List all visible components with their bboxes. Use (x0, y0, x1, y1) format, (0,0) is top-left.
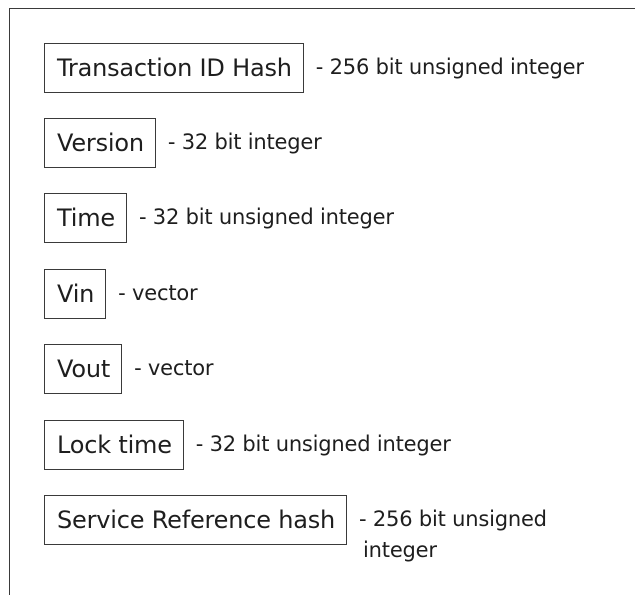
field-name-box: Service Reference hash (44, 495, 348, 545)
field-description: - vector (118, 281, 198, 305)
field-row-version: Version - 32 bit integer (44, 118, 322, 168)
field-row-vin: Vin - vector (44, 269, 198, 319)
field-description: - vector (134, 356, 214, 380)
field-name-box: Lock time (44, 420, 184, 470)
field-description: - 32 bit unsigned integer (195, 432, 451, 456)
field-row-lock-time: Lock time - 32 bit unsigned integer (44, 420, 451, 470)
field-name-box: Vin (44, 269, 107, 319)
field-row-vout: Vout - vector (44, 344, 214, 394)
field-description: - 32 bit unsigned integer (138, 205, 394, 229)
field-name-box: Vout (44, 344, 123, 394)
field-row-time: Time - 32 bit unsigned integer (44, 193, 394, 243)
field-description: - 256 bit unsigned integer (359, 504, 559, 566)
field-description-line-2: integer (363, 538, 437, 562)
field-name-box: Version (44, 118, 156, 168)
field-description: - 256 bit unsigned integer (315, 55, 584, 79)
field-row-transaction-id-hash: Transaction ID Hash - 256 bit unsigned i… (44, 43, 584, 93)
field-row-service-reference-hash: Service Reference hash - 256 bit unsigne… (44, 495, 559, 566)
field-description: - 32 bit integer (167, 130, 322, 154)
field-name-box: Time (44, 193, 127, 243)
field-name-box: Transaction ID Hash (44, 43, 304, 93)
field-description-line-1: - 256 bit unsigned (359, 507, 547, 531)
